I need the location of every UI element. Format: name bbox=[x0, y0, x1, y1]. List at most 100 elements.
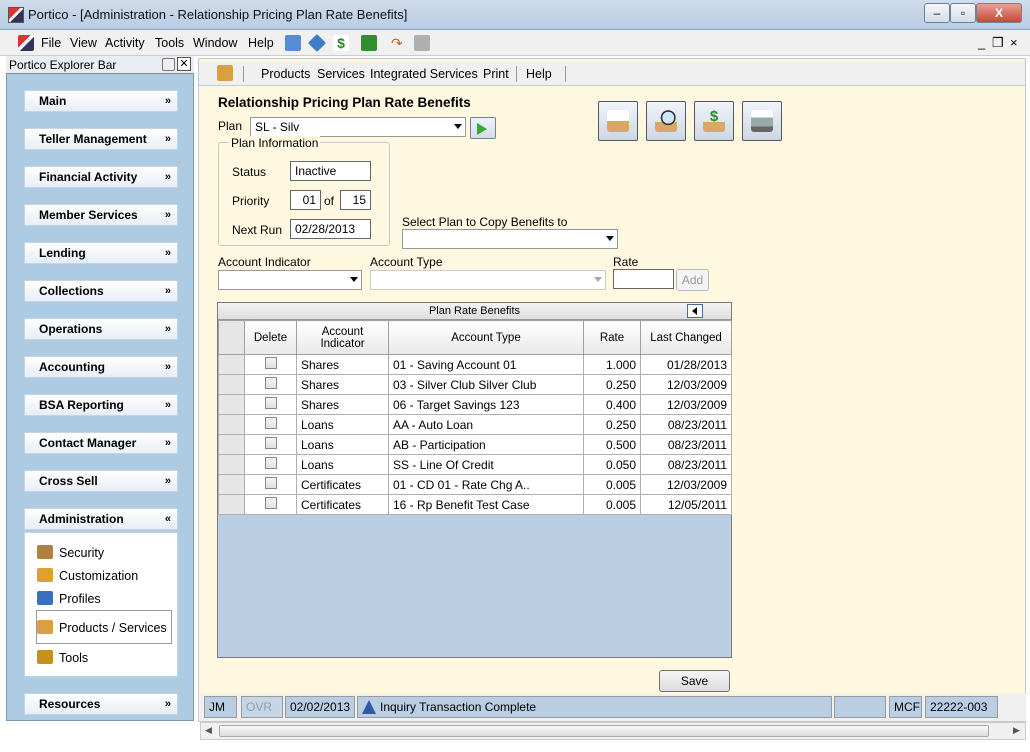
minimize-button[interactable]: – bbox=[924, 3, 950, 23]
benefit-document-button[interactable] bbox=[598, 101, 638, 141]
toolbar-services[interactable]: Services bbox=[317, 67, 365, 81]
table-row[interactable]: Loans SS - Line Of Credit 0.050 08/23/2011 bbox=[218, 454, 732, 475]
category-resources[interactable]: Resources » bbox=[24, 693, 178, 715]
row-header[interactable] bbox=[218, 354, 245, 375]
menu-help[interactable]: Help bbox=[248, 36, 274, 50]
status-bar: JM OVR 02/02/2013 Inquiry Transaction Co… bbox=[200, 694, 1026, 721]
horizontal-scrollbar[interactable]: ◀ ▶ bbox=[200, 722, 1026, 740]
account-indicator-header[interactable]: Account Indicator bbox=[296, 320, 389, 355]
nav-security[interactable]: Security bbox=[37, 545, 104, 560]
menu-tools[interactable]: Tools bbox=[155, 36, 184, 50]
printer-icon[interactable] bbox=[414, 35, 430, 51]
category-administration[interactable]: Administration « bbox=[24, 508, 178, 530]
last-changed-header[interactable]: Last Changed bbox=[640, 320, 732, 355]
portico-icon[interactable] bbox=[18, 35, 34, 51]
table-row[interactable]: Shares 01 - Saving Account 01 1.000 01/28/2… bbox=[218, 354, 732, 375]
menu-window[interactable]: Window bbox=[193, 36, 237, 50]
print-button[interactable] bbox=[742, 101, 782, 141]
mdi-minimize-button[interactable]: _ bbox=[978, 35, 985, 50]
table-row[interactable]: Certificates 01 - CD 01 - Rate Chg A.. 0.0… bbox=[218, 474, 732, 495]
add-button[interactable]: Add bbox=[676, 269, 709, 291]
delete-checkbox[interactable] bbox=[264, 357, 277, 369]
category-teller-management[interactable]: Teller Management » bbox=[24, 128, 178, 150]
row-header[interactable] bbox=[218, 474, 245, 495]
scrollbar-thumb[interactable] bbox=[219, 725, 989, 737]
benefit-rate-button[interactable]: $ bbox=[694, 101, 734, 141]
row-header[interactable] bbox=[218, 394, 245, 415]
collapse-arrow-icon[interactable] bbox=[687, 304, 703, 318]
row-header[interactable] bbox=[218, 434, 245, 455]
category-lending[interactable]: Lending » bbox=[24, 242, 178, 264]
row-header[interactable] bbox=[218, 374, 245, 395]
go-arrow-button[interactable] bbox=[470, 117, 496, 139]
table-row[interactable]: Loans AB - Participation 0.500 08/23/2011 bbox=[218, 434, 732, 455]
scroll-left-icon[interactable]: ◀ bbox=[205, 725, 212, 736]
card-icon[interactable] bbox=[307, 33, 327, 53]
nav-customization[interactable]: Customization bbox=[37, 568, 138, 583]
delete-checkbox[interactable] bbox=[264, 457, 277, 469]
delete-checkbox[interactable] bbox=[264, 377, 277, 389]
cash-icon[interactable] bbox=[361, 35, 377, 51]
delete-header[interactable]: Delete bbox=[244, 320, 297, 355]
category-accounting[interactable]: Accounting » bbox=[24, 356, 178, 378]
toolbar-print[interactable]: Print bbox=[483, 67, 509, 81]
benefit-search-button[interactable] bbox=[646, 101, 686, 141]
menu-view[interactable]: View bbox=[70, 36, 97, 50]
delete-checkbox[interactable] bbox=[264, 397, 277, 409]
nav-tools[interactable]: Tools bbox=[37, 650, 88, 665]
nav-products-services[interactable]: Products / Services bbox=[37, 620, 167, 635]
category-financial-activity[interactable]: Financial Activity » bbox=[24, 166, 178, 188]
mdi-restore-button[interactable]: ❐ bbox=[992, 35, 1004, 51]
close-button[interactable]: X bbox=[976, 3, 1022, 23]
nav-profiles[interactable]: Profiles bbox=[37, 591, 101, 606]
changed-cell: 12/03/2009 bbox=[640, 394, 732, 415]
category-cross-sell[interactable]: Cross Sell » bbox=[24, 470, 178, 492]
account-type-header[interactable]: Account Type bbox=[388, 320, 584, 355]
table-row[interactable]: Shares 06 - Target Savings 123 0.400 12/03/… bbox=[218, 394, 732, 415]
delete-checkbox[interactable] bbox=[264, 497, 277, 509]
row-header[interactable] bbox=[218, 454, 245, 475]
restore-button[interactable]: ▫ bbox=[950, 3, 976, 23]
menu-file[interactable]: File bbox=[41, 36, 61, 50]
delete-checkbox[interactable] bbox=[264, 477, 277, 489]
category-bsa-reporting[interactable]: BSA Reporting » bbox=[24, 394, 178, 416]
table-row[interactable]: Certificates 16 - Rp Benefit Test Case 0.0… bbox=[218, 494, 732, 515]
table-row[interactable]: Shares 03 - Silver Club Silver Club 0.250 1… bbox=[218, 374, 732, 395]
plan-information-label: Plan Information bbox=[229, 136, 321, 150]
info-icon bbox=[362, 700, 376, 714]
dollar-icon[interactable]: $ bbox=[333, 35, 349, 51]
rate-cell: 0.400 bbox=[583, 394, 641, 415]
account-indicator-select[interactable] bbox=[218, 270, 362, 290]
close-explorer-icon[interactable]: ✕ bbox=[177, 57, 191, 71]
menu-activity[interactable]: Activity bbox=[105, 36, 145, 50]
table-row[interactable]: Loans AA - Auto Loan 0.250 08/23/2011 bbox=[218, 414, 732, 435]
products-services-icon[interactable] bbox=[217, 65, 233, 81]
account-type-select[interactable] bbox=[370, 270, 606, 290]
grid-icon[interactable] bbox=[285, 35, 301, 51]
category-member-services[interactable]: Member Services » bbox=[24, 204, 178, 226]
copy-plan-select[interactable] bbox=[402, 229, 618, 249]
delete-checkbox[interactable] bbox=[264, 417, 277, 429]
rate-input[interactable] bbox=[613, 269, 674, 289]
plan-select[interactable]: SL - Silv bbox=[250, 117, 466, 137]
scroll-right-icon[interactable]: ▶ bbox=[1013, 725, 1020, 736]
category-main[interactable]: Main » bbox=[24, 90, 178, 112]
toolbar-products[interactable]: Products bbox=[261, 67, 310, 81]
changed-cell: 01/28/2013 bbox=[640, 354, 732, 375]
benefits-table: Delete Account Indicator Account Type Rat… bbox=[218, 320, 732, 515]
toolbar-integrated-services[interactable]: Integrated Services bbox=[370, 67, 478, 81]
save-button[interactable]: Save bbox=[659, 670, 730, 692]
mdi-close-button[interactable]: × bbox=[1010, 35, 1018, 50]
pin-icon[interactable] bbox=[162, 58, 175, 71]
rate-header[interactable]: Rate bbox=[583, 320, 641, 355]
category-contact-manager[interactable]: Contact Manager » bbox=[24, 432, 178, 454]
row-header[interactable] bbox=[218, 414, 245, 435]
customization-icon bbox=[37, 568, 53, 582]
category-collections[interactable]: Collections » bbox=[24, 280, 178, 302]
category-operations[interactable]: Operations » bbox=[24, 318, 178, 340]
indicator-cell: Shares bbox=[296, 374, 389, 395]
delete-checkbox[interactable] bbox=[264, 437, 277, 449]
redo-arrow-icon[interactable]: ↷ bbox=[391, 35, 407, 51]
row-header[interactable] bbox=[218, 494, 245, 515]
toolbar-help[interactable]: Help bbox=[526, 67, 552, 81]
